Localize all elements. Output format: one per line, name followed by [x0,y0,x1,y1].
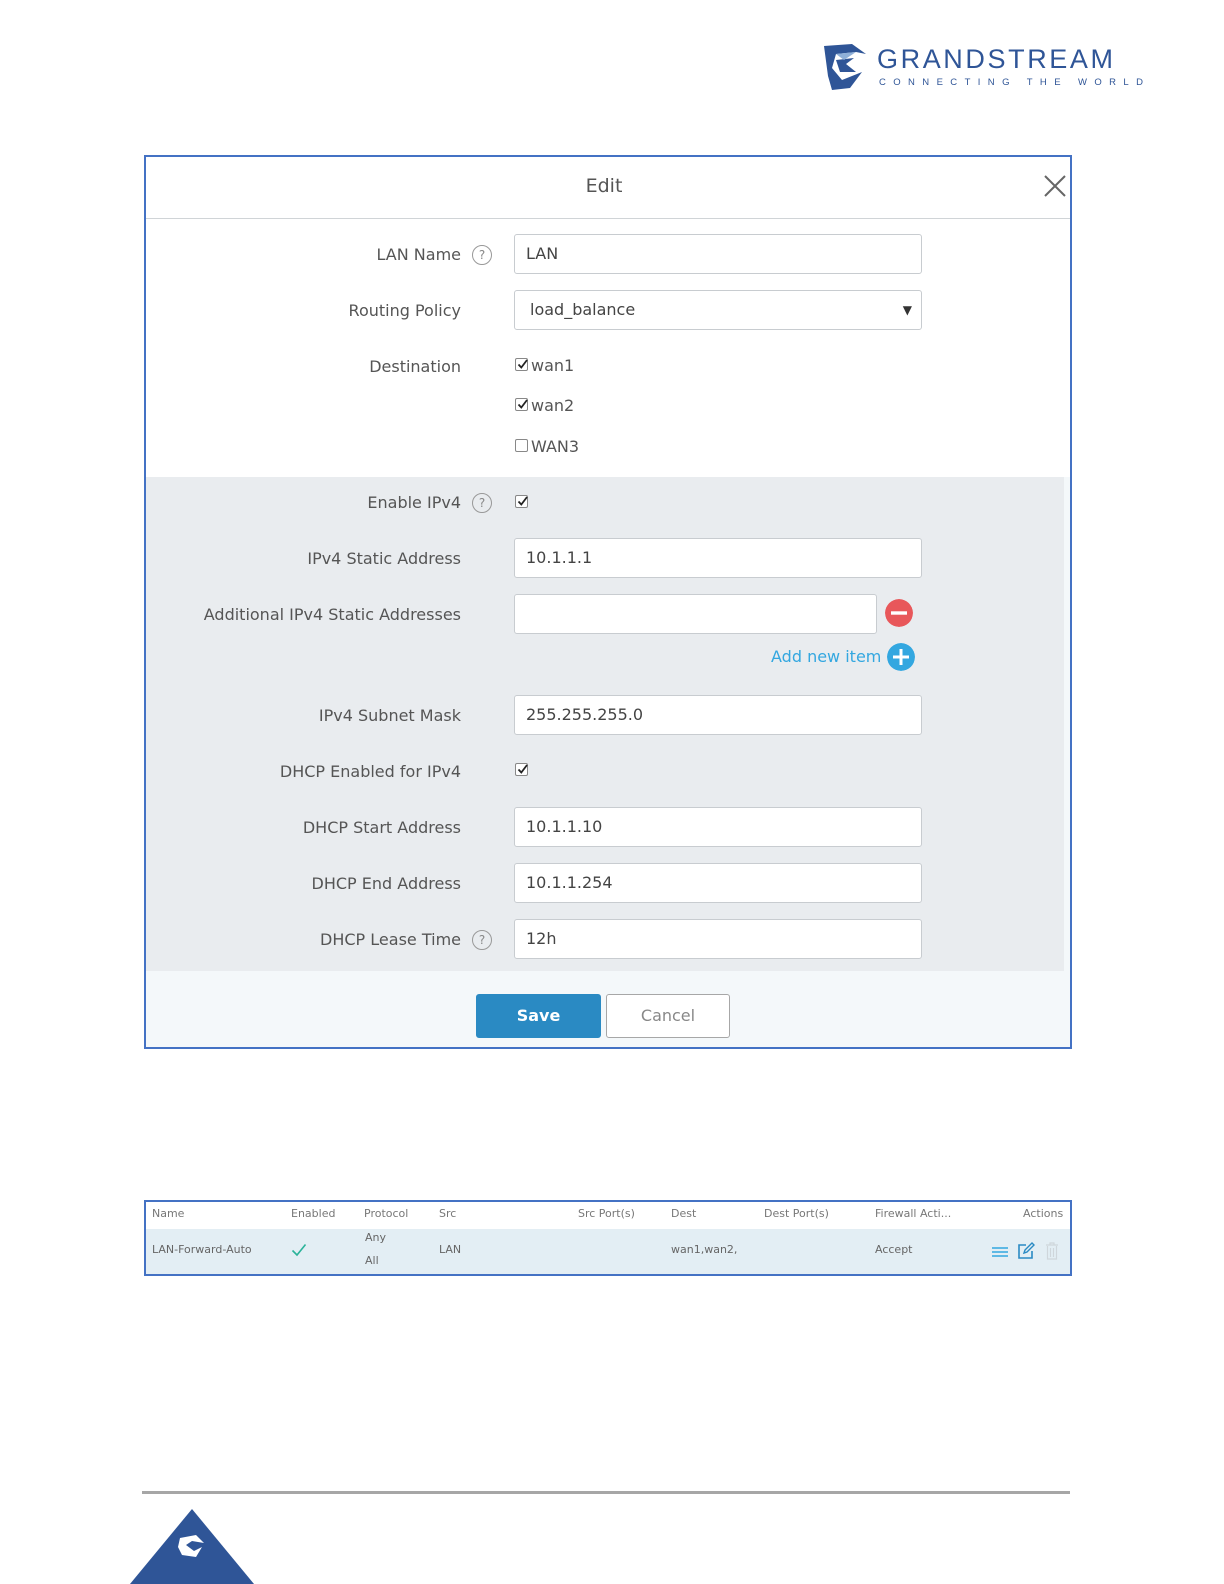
additional-ipv4-label: Additional IPv4 Static Addresses [203,605,461,624]
wan2-checkbox[interactable] [515,398,528,411]
col-enabled-header: Enabled [291,1207,336,1220]
check-icon [517,764,528,774]
edit-dialog: Edit LAN Name ? LAN Routing Policy load_… [144,155,1072,1049]
ipv4-mask-label: IPv4 Subnet Mask [318,706,461,725]
brand-tagline: CONNECTING THE WORLD [879,77,1151,88]
cancel-button[interactable]: Cancel [606,994,730,1038]
delete-icon[interactable] [1045,1242,1059,1260]
row-protocol-line1: Any [365,1231,387,1244]
col-src-ports-header: Src Port(s) [578,1207,635,1220]
col-actions-header: Actions [1023,1207,1064,1220]
row-name: LAN-Forward-Auto [152,1243,252,1256]
row-src: LAN [439,1243,462,1256]
col-dest-ports-header: Dest Port(s) [764,1207,829,1220]
edit-icon[interactable] [1017,1242,1035,1260]
wan3-label: WAN3 [531,437,580,456]
destination-label: Destination [369,357,461,376]
footer-divider [142,1491,1070,1494]
dhcp-lease-label: DHCP Lease Time [320,930,461,949]
routing-policy-select[interactable]: load_balance ▼ [514,290,922,330]
dhcp-lease-input[interactable]: 12h [514,919,922,959]
dialog-header: Edit [146,157,1070,219]
enable-ipv4-label: Enable IPv4 [367,493,461,512]
policy-table: Name Enabled Protocol Src Src Port(s) De… [144,1200,1072,1276]
footer-brand-icon [130,1509,254,1584]
row-protocol-line2: All [365,1254,379,1267]
dhcp-start-label: DHCP Start Address [302,818,461,837]
routing-policy-label: Routing Policy [348,301,461,320]
routing-policy-value: load_balance [530,300,636,319]
ipv4-static-input[interactable]: 10.1.1.1 [514,538,922,578]
help-icon[interactable]: ? [472,493,492,513]
enabled-check-icon [291,1243,307,1257]
add-new-item-link[interactable]: Add new item [771,647,881,666]
col-name-header: Name [152,1207,185,1220]
row-firewall-action: Accept [875,1243,913,1256]
col-firewall-header: Firewall Acti... [875,1207,952,1220]
ipv4-static-label: IPv4 Static Address [307,549,461,568]
add-icon[interactable] [887,643,915,671]
help-icon[interactable]: ? [472,245,492,265]
remove-icon[interactable] [885,599,913,627]
grandstream-logo-mark-icon [824,44,866,90]
save-button[interactable]: Save [476,994,601,1038]
ipv4-mask-input[interactable]: 255.255.255.0 [514,695,922,735]
grandstream-logo: GRANDSTREAM CONNECTING THE WORLD [822,42,1152,94]
check-icon [517,399,528,409]
col-src-header: Src [439,1207,457,1220]
lan-name-input[interactable]: LAN [514,234,922,274]
dhcp-end-label: DHCP End Address [311,874,461,893]
col-protocol-header: Protocol [364,1207,409,1220]
dhcp-enabled-checkbox[interactable] [515,763,528,776]
row-dest: wan1,wan2, [671,1243,738,1256]
col-dest-header: Dest [671,1207,697,1220]
lan-name-label: LAN Name [376,245,461,264]
enable-ipv4-checkbox[interactable] [515,495,528,508]
wan3-checkbox[interactable] [515,439,528,452]
check-icon [517,359,528,369]
help-icon[interactable]: ? [472,930,492,950]
dhcp-start-input[interactable]: 10.1.1.10 [514,807,922,847]
close-icon[interactable] [1043,174,1067,198]
details-list-icon[interactable] [991,1246,1009,1258]
table-row[interactable]: LAN-Forward-Auto Any All LAN wan1,wan2, … [146,1229,1070,1274]
dhcp-enabled-label: DHCP Enabled for IPv4 [279,762,461,781]
wan1-checkbox[interactable] [515,358,528,371]
dialog-title: Edit [585,175,623,197]
wan1-label: wan1 [531,356,575,375]
check-icon [517,496,528,506]
additional-ipv4-input[interactable] [514,594,877,634]
wan2-label: wan2 [531,396,575,415]
brand-name: GRANDSTREAM [877,44,1116,74]
dhcp-end-input[interactable]: 10.1.1.254 [514,863,922,903]
dropdown-arrow-icon: ▼ [902,303,912,317]
